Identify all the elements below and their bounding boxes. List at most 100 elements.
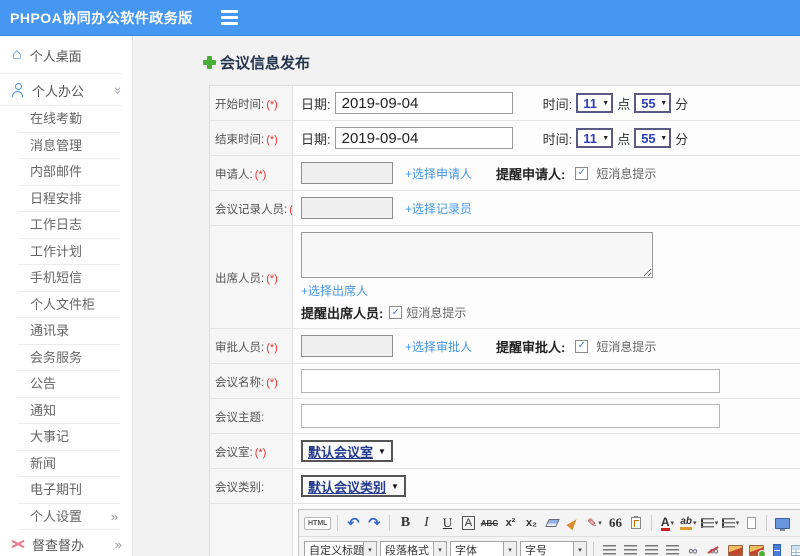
meeting-room-select[interactable]: 默认会议室 ▼ [301,440,393,462]
font-color-button[interactable]: A ▾ [658,513,676,533]
user-icon [12,83,24,97]
align-right-icon [644,545,658,555]
heading-style-select[interactable]: 自定义标题 ▾ [304,540,377,556]
hamburger-menu-icon[interactable] [220,10,238,25]
new-document-button[interactable] [742,513,760,533]
select-applicant-link[interactable]: +选择申请人 [405,165,472,182]
approver-input[interactable] [301,335,393,357]
rich-text-editor: HTML ↶ ↷ B I U A ABC x² x₂ ✎ ▾ 66 A ▾ ab… [298,509,800,556]
required-marker: (*) [254,447,267,459]
select-attendees-link[interactable]: +选择出席人 [301,282,368,299]
align-right-button[interactable] [642,540,660,556]
meeting-name-input[interactable] [301,369,720,393]
superscript-button[interactable]: x² [501,513,519,533]
recorder-input[interactable] [301,197,393,219]
italic-button[interactable]: I [417,513,435,533]
start-date-input[interactable] [334,92,513,114]
paste-word-button[interactable] [627,513,645,533]
ordered-list-button[interactable]: ▾ [700,513,718,533]
approver-sms-checkbox[interactable]: ✓ [575,339,589,353]
sidebar-subitem[interactable]: 工作日志 [0,212,132,239]
sidebar-subitem[interactable]: 公告 [0,371,132,398]
end-date-input[interactable] [334,127,513,149]
caret-down-icon: ▼ [660,99,668,107]
sidebar-item-office[interactable]: 个人办公 » [0,74,132,106]
attendees-textarea[interactable] [301,232,653,278]
sidebar-item-supervise[interactable]: 督查督办 » [0,530,132,556]
sidebar-subitem-label: 个人设置 [30,508,83,524]
paragraph-format-select[interactable]: 段落格式 ▾ [380,540,447,556]
sidebar-subitem-settings[interactable]: 个人设置 » [0,504,132,531]
applicant-input[interactable] [301,162,393,184]
redo-button[interactable]: ↷ [365,513,383,533]
underline-button[interactable]: U [438,513,456,533]
sidebar-subitem[interactable]: 通知 [0,398,132,425]
table-icon [791,544,800,556]
attendees-sms-checkbox[interactable]: ✓ [389,306,403,319]
sidebar-subitem[interactable]: 内部邮件 [0,159,132,186]
select-approver-link[interactable]: +选择审批人 [405,338,472,355]
sidebar-subitem-label: 手机短信 [30,270,83,285]
format-brush-button[interactable] [564,513,582,533]
highlight-button[interactable]: ab ▾ [679,513,697,533]
check-icon: ✓ [391,306,401,318]
blockquote-button[interactable]: 66 [606,513,624,533]
applicant-sms-checkbox[interactable]: ✓ [575,166,589,180]
meeting-subject-input[interactable] [301,404,720,428]
unordered-list-button[interactable]: ▾ [721,513,739,533]
bold-button[interactable]: B [396,513,414,533]
sidebar-subitem[interactable]: 电子期刊 [0,477,132,504]
select-recorder-link[interactable]: +选择记录员 [405,200,472,217]
sidebar-subitem[interactable]: 工作计划 [0,239,132,266]
align-left-icon [602,545,616,555]
required-marker: (*) [266,377,278,389]
start-hour-select[interactable]: 11 ▼ [576,93,614,113]
sidebar-subitem[interactable]: 通讯录 [0,318,132,345]
page-break-button[interactable] [768,540,786,556]
insert-table-button[interactable] [789,540,800,556]
font-box-icon: A [461,516,476,530]
align-left-button[interactable] [600,540,618,556]
hour-unit: 点 [617,131,631,147]
font-style-button[interactable]: A [459,513,477,533]
fullscreen-button[interactable] [773,513,791,533]
align-center-button[interactable] [621,540,639,556]
form-row-start-time: 开始时间:(*) 日期: 时间: 11▼ 点 55▼ 分 [210,86,800,121]
quote-icon: 66 [608,515,622,530]
sidebar-subitem[interactable]: 会务服务 [0,345,132,372]
time-label: 时间: [542,131,573,147]
home-icon: ⌂ [12,46,22,63]
sidebar-subitem[interactable]: 个人文件柜 [0,292,132,319]
html-source-button[interactable]: HTML [304,513,332,533]
font-size-select[interactable]: 字号 ▾ [520,540,587,556]
app-title: PHPOA协同办公软件政务版 [10,9,193,26]
sidebar-subitem[interactable]: 在线考勤 [0,106,132,133]
remove-format-button[interactable] [543,513,561,533]
sidebar-subitem[interactable]: 消息管理 [0,133,132,160]
insert-image-button[interactable] [726,540,744,556]
insert-link-button[interactable]: ∞ [684,540,702,556]
minute-unit: 分 [675,131,689,147]
start-minute-select[interactable]: 55 ▼ [634,93,672,113]
sidebar-item-desktop[interactable]: ⌂ 个人桌面 [0,36,132,74]
end-hour-select[interactable]: 11 ▼ [576,128,614,148]
font-family-select[interactable]: 字体 ▾ [450,540,517,556]
sidebar-subitem-label: 个人文件柜 [30,296,96,312]
subscript-button[interactable]: x₂ [522,513,540,533]
meeting-category-select[interactable]: 默认会议类别 ▼ [301,475,406,497]
sidebar-subitem[interactable]: 新闻 [0,451,132,478]
sidebar-subitem[interactable]: 大事记 [0,424,132,451]
align-justify-button[interactable] [663,540,681,556]
undo-button[interactable]: ↶ [344,513,362,533]
sidebar-subitem[interactable]: 手机短信 [0,265,132,292]
form-row-meeting-category: 会议类别: 默认会议类别 ▼ [210,469,800,504]
subscript-icon: x₂ [525,517,537,529]
strikethrough-button[interactable]: ABC [480,513,498,533]
insert-media-button[interactable] [747,540,766,556]
chevron-right-icon: » [114,536,122,552]
sidebar-subitem[interactable]: 日程安排 [0,186,132,213]
required-marker: (*) [266,99,278,111]
end-minute-select[interactable]: 55 ▼ [634,128,672,148]
remove-link-button[interactable]: ∞ [705,540,723,556]
quick-format-button[interactable]: ✎ ▾ [585,513,603,533]
